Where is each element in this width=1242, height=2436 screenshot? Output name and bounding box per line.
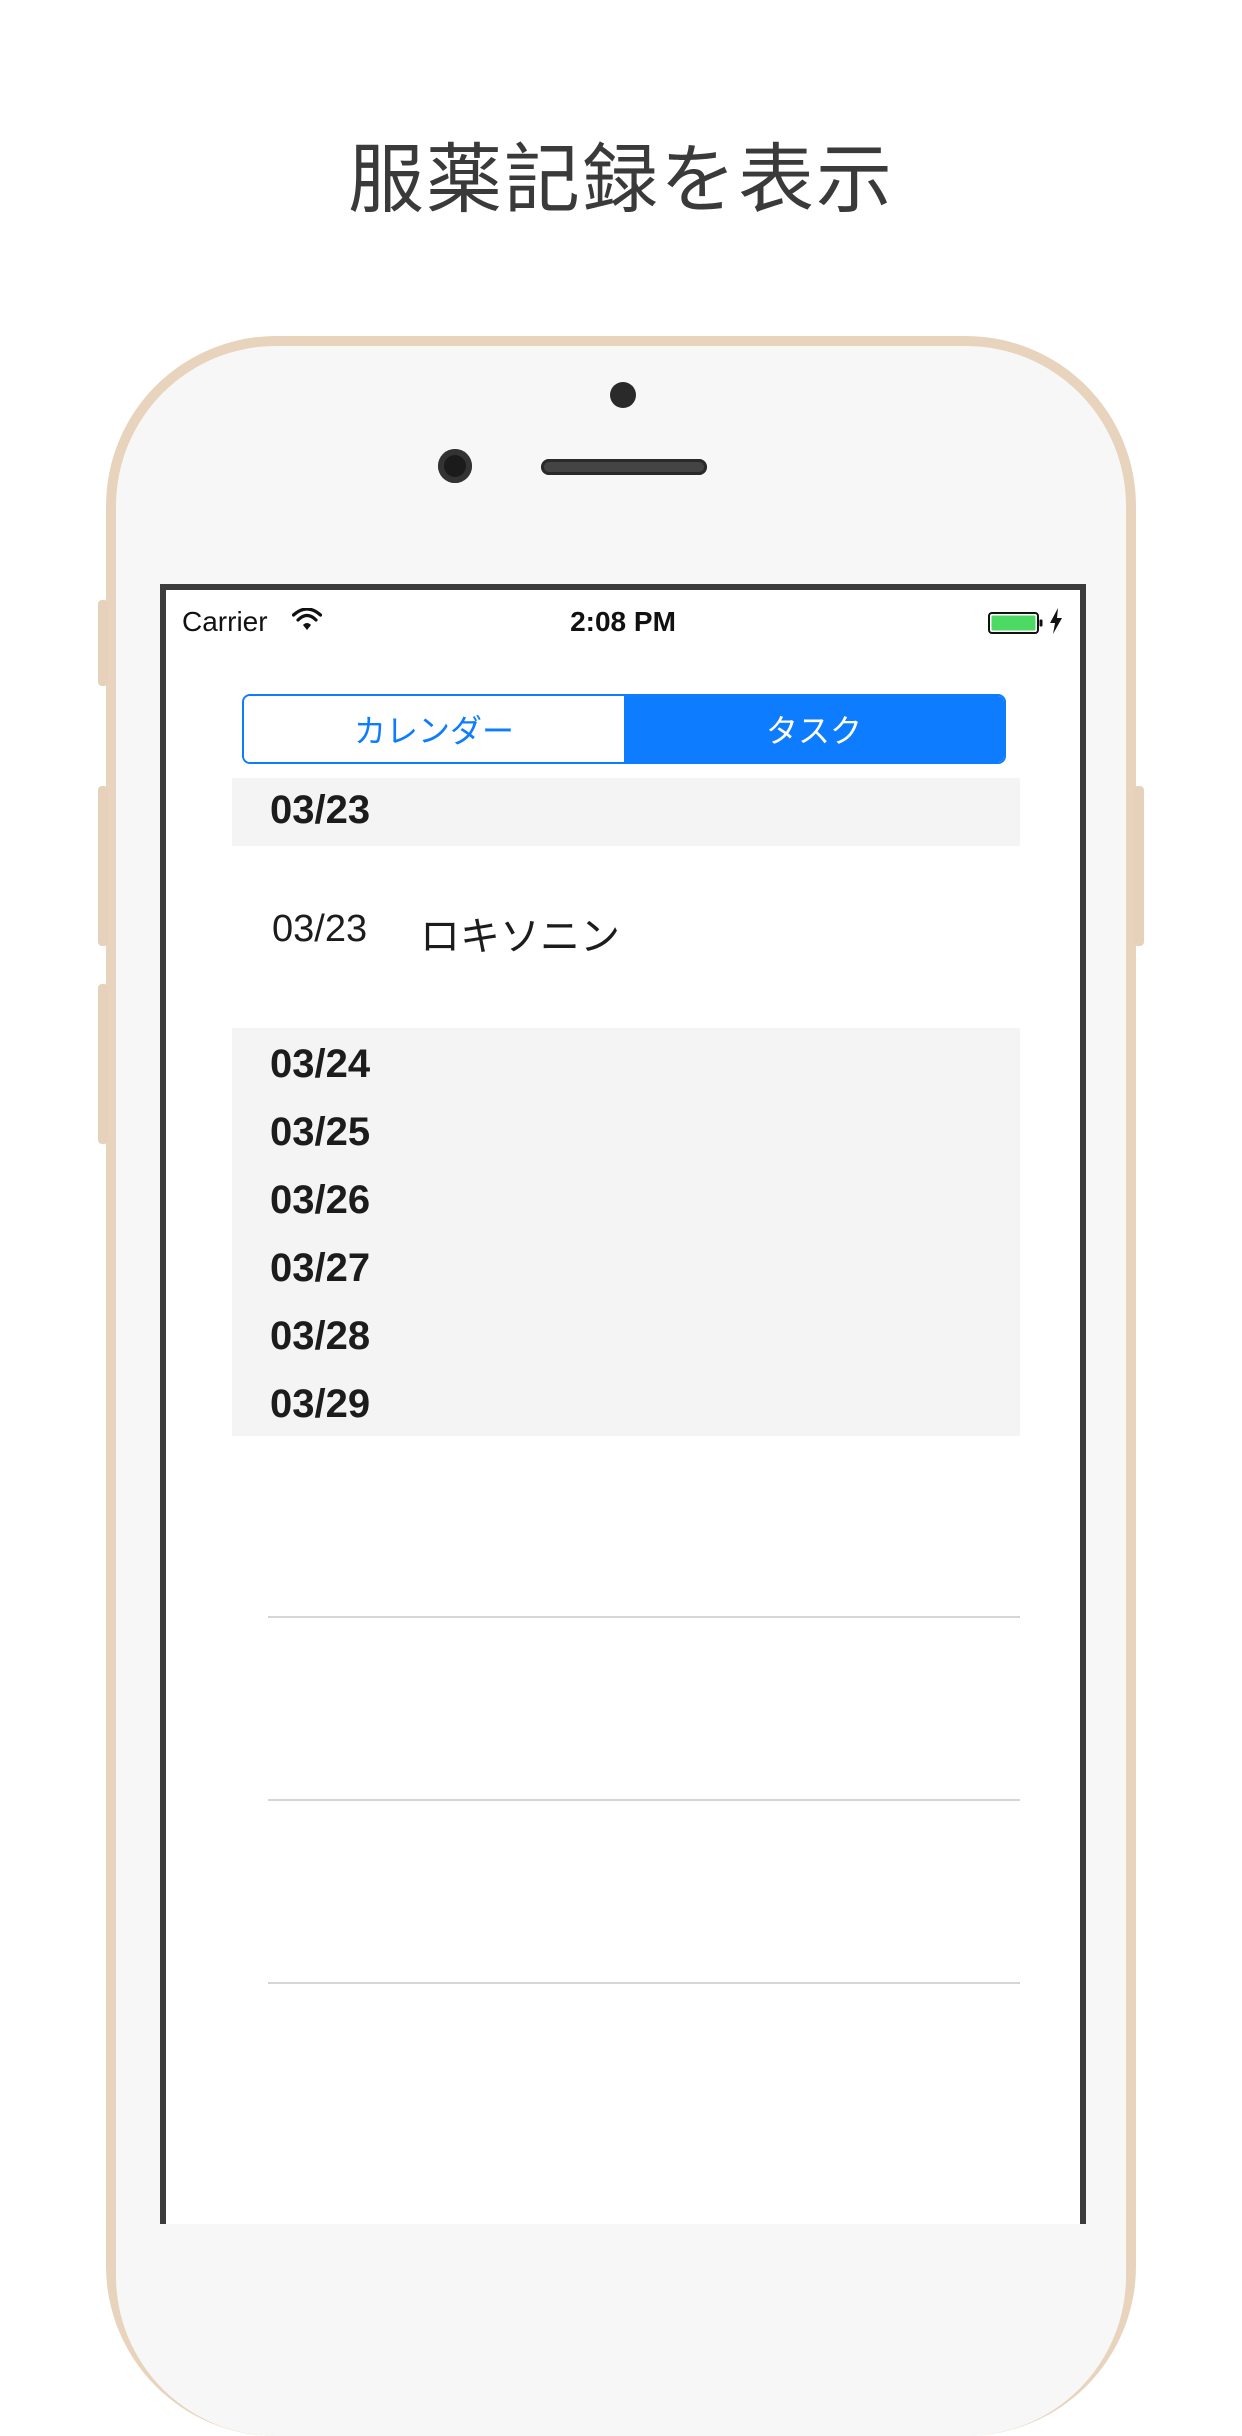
status-bar: Carrier 2:08 PM [166,590,1080,650]
section-header-label: 03/28 [270,1314,371,1358]
volume-up-button [98,786,108,946]
section-header-label: 03/24 [270,1042,371,1086]
row-separator [268,1799,1020,1801]
task-date: 03/23 [272,908,368,950]
section-header-label: 03/23 [270,788,371,832]
front-camera-icon [438,449,472,483]
segment-task[interactable]: タスク [624,696,1004,762]
segment-calendar[interactable]: カレンダー [244,696,624,762]
status-time: 2:08 PM [570,606,676,637]
row-separator [268,1982,1020,1984]
phone-screen: Carrier 2:08 PM カレンダー タスク 03/23 03/23 ロキ… [160,584,1086,2224]
section-header-label: 03/26 [270,1178,371,1222]
mute-switch [98,600,108,686]
row-separator [268,1616,1020,1618]
earpiece-speaker [541,459,707,475]
section-header: 03/23 [232,778,1020,846]
section-header-label: 03/29 [270,1382,371,1426]
section-header-label: 03/25 [270,1110,371,1154]
sensor-icon [610,382,636,408]
section-header-label: 03/27 [270,1246,371,1290]
table-row[interactable]: 03/23 ロキソニン [232,858,1020,1018]
task-medication-name: ロキソニン [420,914,620,960]
power-button [1134,786,1144,946]
battery-icon [988,612,1043,634]
view-segmented-control[interactable]: カレンダー タスク [242,694,1006,764]
charging-bolt-icon [1050,608,1062,634]
section-header-group: 03/24 03/25 03/26 03/27 03/28 03/29 [232,1028,1020,1436]
volume-down-button [98,984,108,1144]
promo-title: 服薬記録を表示 [348,135,894,224]
